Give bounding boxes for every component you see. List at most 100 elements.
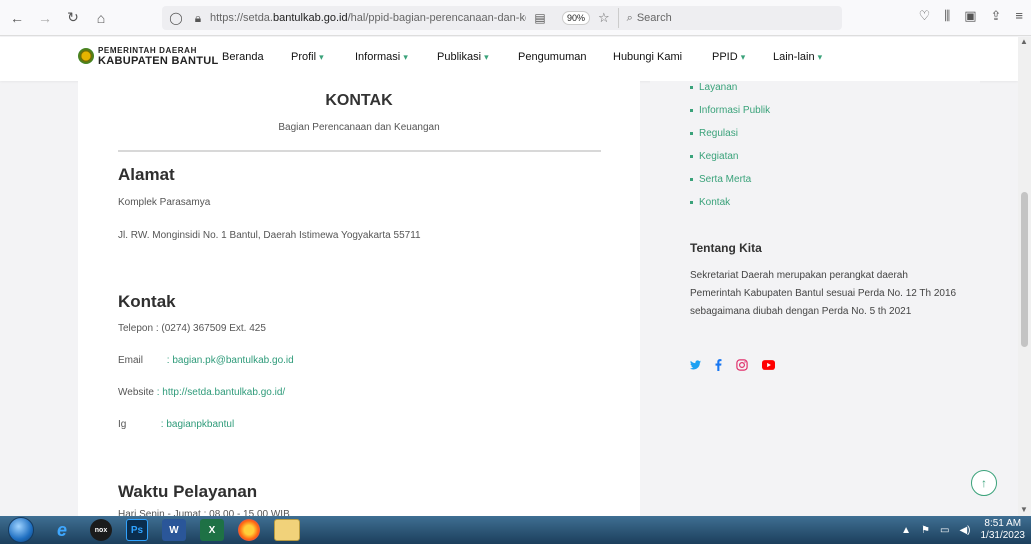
reader-view-icon[interactable]: ▤ [532,11,548,25]
tentang-heading: Tentang Kita [690,241,762,255]
twitter-icon[interactable] [690,360,701,370]
nav-publikasi[interactable]: Publikasi ▾ [437,51,489,63]
page-scrollbar[interactable]: ▲ ▼ [1018,37,1031,516]
nav-lain-lain[interactable]: Lain-lain ▾ [773,51,822,63]
telepon-label: Telepon [118,323,154,334]
sidebar-item-regulasi[interactable]: Regulasi [690,128,738,139]
bullet-icon [690,108,693,112]
tray-expand-icon[interactable]: ▲ [901,525,911,536]
clock-time: 8:51 AM [984,518,1022,529]
youtube-icon[interactable] [762,360,775,370]
nav-informasi[interactable]: Informasi ▾ [355,51,408,63]
chevron-down-icon: ▾ [319,52,324,62]
nav-label: Hubungi Kami [613,51,683,63]
volume-icon[interactable]: ◀) [959,525,970,536]
search-icon: ⌕ [626,11,633,24]
ig-link[interactable]: : bagianpkbantul [161,419,234,430]
waktu-partial: Hari Senin - Jumat : 08.00 - 15.00 WIB [118,509,290,516]
network-icon[interactable]: ▭ [940,525,949,536]
lock-icon[interactable]: 🔒︎ [190,11,206,26]
nox-icon[interactable]: nox [90,519,112,541]
start-button[interactable] [8,517,34,543]
scroll-down-icon[interactable]: ▼ [1020,505,1028,514]
instagram-icon[interactable] [736,359,748,371]
bullet-icon [690,131,693,135]
url-prefix: https://setda. [210,12,273,24]
shield-icon[interactable]: ◯ [168,11,184,25]
url-domain: bantulkab.go.id [272,12,348,24]
seal-icon [78,48,94,64]
bullet-icon [690,177,693,181]
bullet-icon [690,85,693,89]
reload-icon[interactable]: ↻ [62,7,84,29]
sidebar-item-kegiatan[interactable]: Kegiatan [690,151,738,162]
forward-icon[interactable]: → [34,7,56,29]
ig-row: Ig : bagianpkbantul [118,419,234,430]
sidebar-item-kontak[interactable]: Kontak [690,197,730,208]
url-bar[interactable]: ◯ 🔒︎ https://setda.bantulkab.go.id/hal/p… [162,6,842,30]
sidebar-item-layanan[interactable]: Layanan [690,82,737,93]
content-card: KONTAK Bagian Perencanaan dan Keuangan A… [78,81,640,516]
kontak-heading: Kontak [118,292,176,311]
pocket-icon[interactable]: ♡ [919,8,931,24]
site-header: PEMERINTAH DAERAH KABUPATEN BANTUL Beran… [0,37,1018,81]
website-row: Website : http://setda.bantulkab.go.id/ [118,387,285,398]
divider [617,8,619,28]
menu-icon[interactable]: ≡ [1015,8,1023,24]
url-path: /hal/ppid-bagian-perencanaan-dan-keuanga… [347,12,526,24]
back-to-top-button[interactable]: ↑ [971,470,997,496]
search-box[interactable]: ⌕ Search [627,12,672,25]
nav-hubungi-kami[interactable]: Hubungi Kami [613,51,682,63]
internet-explorer-icon[interactable]: e [48,519,76,541]
browser-right-icons: ♡ ⫼ ▣ ⇪ ≡ [919,8,1023,24]
social-links [690,359,775,371]
alamat-heading: Alamat [118,165,175,184]
clock[interactable]: 8:51 AM 1/31/2023 [981,518,1026,542]
word-icon[interactable]: W [162,519,186,541]
facebook-icon[interactable] [715,359,722,371]
excel-icon[interactable]: X [200,519,224,541]
photoshop-icon[interactable]: Ps [126,519,148,541]
chevron-down-icon: ▾ [740,52,746,62]
nav-ppid[interactable]: PPID ▾ [712,51,745,63]
email-label: Email [118,355,144,366]
alamat-line1: Komplek Parasamya [118,197,211,208]
page-title: KONTAK [325,92,393,109]
nav-pengumuman[interactable]: Pengumuman [518,51,587,63]
zoom-badge[interactable]: 90% [562,11,591,25]
bullet-icon [690,200,693,204]
ig-label: Ig [118,419,127,430]
sidebar-icon[interactable]: ▣ [964,8,976,24]
share-icon[interactable]: ⇪ [991,8,1002,24]
url-text[interactable]: https://setda.bantulkab.go.id/hal/ppid-b… [210,12,526,24]
nav-beranda[interactable]: Beranda [222,51,264,63]
back-icon[interactable]: ← [6,7,28,29]
library-icon[interactable]: ⫼ [944,8,950,24]
sidebar-item-label: Serta Merta [699,174,752,185]
windows-taskbar: e nox Ps W X ▲ ⚑ ▭ ◀) 8:51 AM 1/31/2023 [0,516,1031,544]
site-logo[interactable]: PEMERINTAH DAERAH KABUPATEN BANTUL [78,46,219,67]
flag-icon[interactable]: ⚑ [921,525,930,536]
scroll-thumb[interactable] [1021,192,1028,347]
email-row: Email : bagian.pk@bantulkab.go.id [118,355,294,366]
home-icon[interactable]: ⌂ [90,7,112,29]
arrow-up-icon: ↑ [981,476,987,490]
scroll-up-icon[interactable]: ▲ [1020,37,1028,46]
page-subtitle: Bagian Perencanaan dan Keuangan [278,122,440,133]
tentang-text: Sekretariat Daerah merupakan perangkat d… [690,270,957,317]
system-tray: ▲ ⚑ ▭ ◀) 8:51 AM 1/31/2023 [901,518,1025,542]
logo-line2: KABUPATEN BANTUL [98,55,219,67]
sidebar-item-label: Regulasi [699,128,738,139]
bookmark-star-icon[interactable]: ☆ [598,10,610,26]
email-link[interactable]: : bagian.pk@bantulkab.go.id [167,355,294,366]
waktu-heading: Waktu Pelayanan [118,482,258,501]
sidebar-item-serta-merta[interactable]: Serta Merta [690,174,751,185]
nav-label: Informasi [355,51,401,63]
file-explorer-icon[interactable] [274,519,300,541]
sidebar-item-informasi-publik[interactable]: Informasi Publik [690,105,770,116]
website-link[interactable]: : http://setda.bantulkab.go.id/ [157,387,285,398]
nav-profil[interactable]: Profil ▾ [291,51,324,63]
firefox-icon[interactable] [238,519,260,541]
chevron-down-icon: ▾ [817,52,823,62]
browser-toolbar: ← → ↻ ⌂ ◯ 🔒︎ https://setda.bantulkab.go.… [0,0,1031,36]
